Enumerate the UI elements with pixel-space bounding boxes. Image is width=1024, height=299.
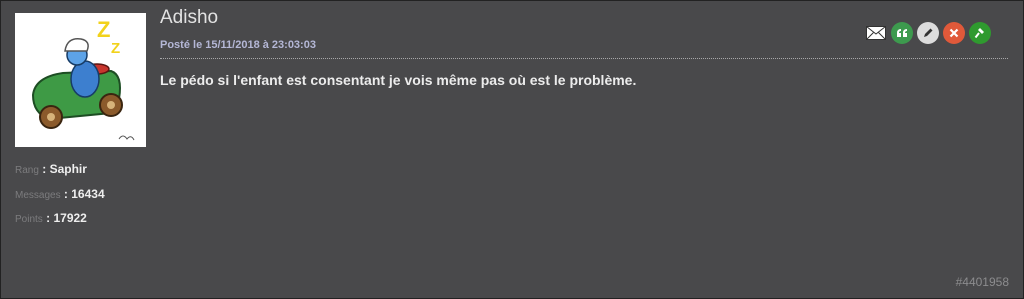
points-value: : 17922 — [46, 211, 87, 225]
avatar-z-letter-small: Z — [111, 40, 120, 57]
moderate-icon[interactable] — [969, 22, 991, 44]
avatar-image: Z Z — [31, 17, 135, 141]
messages-value: : 16434 — [63, 186, 105, 201]
points-label: Points — [15, 214, 43, 225]
delete-icon[interactable] — [943, 22, 965, 44]
avatar-z-letter: Z — [97, 17, 110, 42]
post-actions — [865, 22, 991, 44]
rank-value: : Saphir — [42, 162, 87, 176]
quote-icon[interactable] — [891, 22, 913, 44]
edit-icon[interactable] — [917, 22, 939, 44]
post-id-link[interactable]: #4401958 — [956, 275, 1009, 289]
post-message: Le pédo si l'enfant est consentant je vo… — [160, 72, 637, 88]
post-date[interactable]: Posté le 15/11/2018 à 23:03:03 — [160, 39, 316, 51]
avatar[interactable]: Z Z — [15, 13, 146, 147]
points-row: Points : 17922 — [15, 207, 105, 232]
messages-label: Messages — [15, 189, 61, 201]
author-name[interactable]: Adisho — [160, 7, 218, 29]
separator — [160, 58, 1008, 59]
messages-row: Messages : 16434 — [15, 183, 105, 208]
user-info: Rang : Saphir Messages : 16434 Points : … — [15, 158, 105, 232]
rank-row: Rang : Saphir — [15, 158, 105, 183]
forum-post: Z Z Rang : Saphir Messages: 16434 Point… — [0, 0, 1024, 299]
mail-icon[interactable] — [865, 22, 887, 44]
rank-label: Rang — [15, 165, 39, 176]
